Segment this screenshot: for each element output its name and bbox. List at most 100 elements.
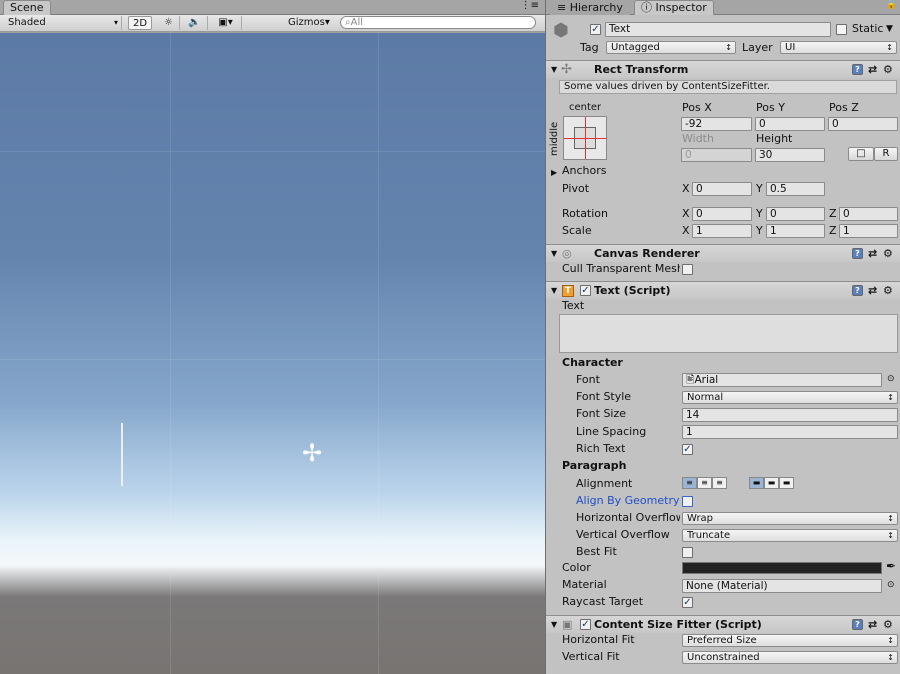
- text-enabled-checkbox[interactable]: ✓: [580, 285, 591, 296]
- raycast-target-checkbox[interactable]: ✓: [682, 597, 693, 608]
- rot-y-input[interactable]: 0: [766, 207, 825, 221]
- preset-icon[interactable]: ⇄: [868, 616, 877, 633]
- tab-hierarchy[interactable]: ≡ Hierarchy: [550, 0, 630, 15]
- font-field[interactable]: 🖹Arial: [682, 373, 882, 387]
- tag-dropdown[interactable]: Untagged: [606, 41, 736, 54]
- best-fit-checkbox[interactable]: [682, 547, 693, 558]
- preset-icon[interactable]: ⇄: [868, 282, 877, 299]
- object-picker-icon[interactable]: ⊙: [887, 374, 895, 384]
- vertical-overflow-dropdown[interactable]: Truncate: [682, 529, 898, 542]
- help-icon[interactable]: ?: [852, 619, 863, 630]
- text-script-title: Text (Script): [594, 284, 671, 297]
- material-field[interactable]: None (Material): [682, 579, 882, 593]
- gear-icon[interactable]: ⚙: [883, 616, 893, 633]
- align-right-icon[interactable]: ≡: [712, 477, 727, 489]
- rot-x-input[interactable]: 0: [692, 207, 752, 221]
- object-picker-icon[interactable]: ⊙: [887, 580, 895, 590]
- align-bottom-icon[interactable]: ▬: [779, 477, 794, 489]
- line-spacing-label: Line Spacing: [576, 425, 647, 438]
- text-content-area[interactable]: [559, 314, 898, 353]
- horizontal-overflow-dropdown[interactable]: Wrap: [682, 512, 898, 525]
- align-middle-icon[interactable]: ▬: [764, 477, 779, 489]
- gear-icon[interactable]: ⚙: [883, 245, 893, 262]
- anchor-presets-button[interactable]: [563, 116, 607, 160]
- static-checkbox[interactable]: [836, 24, 847, 35]
- panel-menu-icon[interactable]: ⋮≡: [521, 0, 539, 11]
- lighting-icon[interactable]: ☼: [158, 16, 180, 30]
- anchors-foldout-icon[interactable]: ▶: [551, 168, 557, 177]
- rect-transform-header[interactable]: ▼ ✢ Rect Transform ? ⇄ ⚙: [546, 60, 900, 78]
- align-by-geometry-label: Align By Geometry: [576, 494, 680, 507]
- align-left-icon[interactable]: ≡: [682, 477, 697, 489]
- height-label: Height: [756, 132, 793, 145]
- pos-x-label: Pos X: [682, 101, 712, 114]
- pos-x-input[interactable]: -92: [681, 117, 752, 131]
- effects-icon[interactable]: ▣▾: [210, 16, 242, 30]
- font-size-input[interactable]: 14: [682, 408, 898, 422]
- eyedropper-icon[interactable]: ✒: [886, 559, 896, 573]
- gizmos-dropdown[interactable]: Gizmos▾: [284, 16, 334, 30]
- canvas-renderer-header[interactable]: ▼ ◎ Canvas Renderer ? ⇄ ⚙: [546, 244, 900, 262]
- pivot-x-input[interactable]: 0: [692, 182, 752, 196]
- horizontal-fit-dropdown[interactable]: Preferred Size: [682, 634, 898, 647]
- rich-text-label: Rich Text: [576, 442, 626, 455]
- content-size-fitter-header[interactable]: ▼ ▣ ✓ Content Size Fitter (Script) ? ⇄ ⚙: [546, 615, 900, 633]
- preset-icon[interactable]: ⇄: [868, 245, 877, 262]
- line-spacing-input[interactable]: 1: [682, 425, 898, 439]
- 2d-toggle-button[interactable]: 2D: [128, 16, 152, 30]
- hierarchy-icon: ≡: [557, 1, 567, 14]
- lock-icon[interactable]: 🔒: [886, 0, 897, 10]
- scene-viewport[interactable]: ✢: [0, 33, 545, 674]
- static-label: Static: [852, 22, 884, 35]
- object-name-input[interactable]: Text: [605, 22, 831, 37]
- static-dropdown-icon[interactable]: ▼: [886, 24, 893, 34]
- pivot-y-input[interactable]: 0.5: [766, 182, 825, 196]
- scale-x-input[interactable]: 1: [692, 224, 752, 238]
- help-icon[interactable]: ?: [852, 64, 863, 75]
- rot-z-input[interactable]: 0: [839, 207, 898, 221]
- tab-scene[interactable]: Scene: [3, 0, 51, 15]
- vertical-fit-dropdown[interactable]: Unconstrained: [682, 651, 898, 664]
- rot-x-letter: X: [682, 207, 690, 220]
- preset-icon[interactable]: ⇄: [868, 61, 877, 78]
- vertical-alignment-group: ▬ ▬ ▬: [749, 476, 809, 491]
- align-by-geometry-checkbox[interactable]: [682, 496, 693, 507]
- scale-z-input[interactable]: 1: [839, 224, 898, 238]
- cull-transparent-checkbox[interactable]: [682, 264, 693, 275]
- fitter-enabled-checkbox[interactable]: ✓: [580, 619, 591, 630]
- raw-edit-button[interactable]: R: [874, 147, 898, 161]
- color-swatch[interactable]: [682, 562, 882, 574]
- rect-pivot-icon[interactable]: ✢: [302, 441, 322, 465]
- tab-inspector[interactable]: ⓘ Inspector: [634, 0, 714, 15]
- canvas-renderer-icon: ◎: [562, 247, 572, 260]
- scale-z-letter: Z: [829, 224, 837, 237]
- driven-values-note: Some values driven by ContentSizeFitter.: [559, 80, 897, 94]
- best-fit-label: Best Fit: [576, 545, 617, 558]
- horizontal-alignment-group: ≡ ≡ ≡: [682, 476, 742, 491]
- audio-icon[interactable]: 🔈: [182, 16, 208, 30]
- shading-dropdown[interactable]: Shaded ▾: [4, 16, 122, 30]
- help-icon[interactable]: ?: [852, 248, 863, 259]
- pos-z-input[interactable]: 0: [828, 117, 898, 131]
- layer-dropdown[interactable]: UI: [780, 41, 897, 54]
- text-rect-outline[interactable]: [121, 423, 123, 486]
- text-field-label: Text: [562, 299, 585, 312]
- align-top-icon[interactable]: ▬: [749, 477, 764, 489]
- scale-y-input[interactable]: 1: [766, 224, 825, 238]
- scene-search-input[interactable]: ⌕All: [340, 16, 536, 29]
- align-center-icon[interactable]: ≡: [697, 477, 712, 489]
- gear-icon[interactable]: ⚙: [883, 282, 893, 299]
- info-icon: ⓘ: [641, 1, 652, 14]
- font-style-dropdown[interactable]: Normal: [682, 391, 898, 404]
- blueprint-mode-button[interactable]: □: [848, 147, 874, 161]
- gear-icon[interactable]: ⚙: [883, 61, 893, 78]
- anchors-label[interactable]: Anchors: [562, 164, 607, 177]
- pos-y-input[interactable]: 0: [755, 117, 825, 131]
- canvas-renderer-title: Canvas Renderer: [594, 247, 700, 260]
- active-checkbox[interactable]: ✓: [590, 24, 601, 35]
- text-script-header[interactable]: ▼ T ✓ Text (Script) ? ⇄ ⚙: [546, 281, 900, 299]
- help-icon[interactable]: ?: [852, 285, 863, 296]
- rich-text-checkbox[interactable]: ✓: [682, 444, 693, 455]
- rect-transform-title: Rect Transform: [594, 63, 689, 76]
- height-input[interactable]: 30: [755, 148, 825, 162]
